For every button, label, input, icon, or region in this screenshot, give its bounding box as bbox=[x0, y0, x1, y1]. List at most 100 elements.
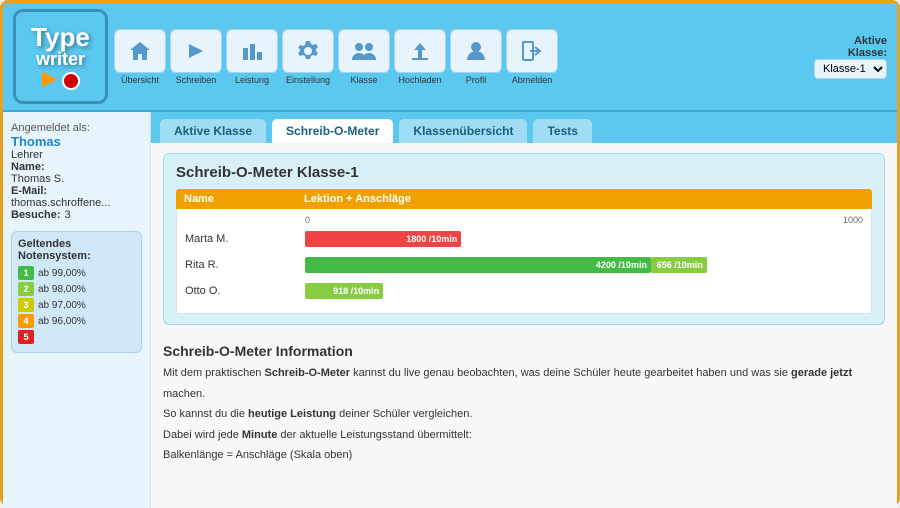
nav-btn-hochladen[interactable] bbox=[394, 29, 446, 73]
chart-student-name-2: Otto O. bbox=[185, 285, 305, 297]
grading-box: GeltendesNotensystem: 1 ab 99,00% 2 ab 98,0… bbox=[11, 231, 142, 353]
main-layout: Angemeldet als: Thomas Lehrer Name: Thom… bbox=[3, 112, 897, 508]
nav-label-uebersicht: Übersicht bbox=[121, 75, 159, 85]
grade-box-4: 4 bbox=[18, 314, 34, 328]
aktive-klasse-label: AktiveKlasse: bbox=[848, 35, 887, 59]
grade-box-2: 2 bbox=[18, 282, 34, 296]
klasse-select[interactable]: Klasse-1 Klasse-2 bbox=[814, 59, 887, 79]
grade-box-5: 5 bbox=[18, 330, 34, 344]
grade-row-3: 3 ab 97,00% bbox=[18, 298, 135, 312]
chart-bar2-1: 656 /10min bbox=[651, 257, 707, 273]
nav-label-einstellung: Einstellung bbox=[286, 75, 330, 85]
grading-title: GeltendesNotensystem: bbox=[18, 238, 135, 262]
nav-btn-abmelden[interactable] bbox=[506, 29, 558, 73]
chart-row-0: Marta M.1800 /10min bbox=[185, 229, 863, 249]
grade-text-4: ab 96,00% bbox=[38, 316, 86, 327]
nav-btn-einstellung[interactable] bbox=[282, 29, 334, 73]
besuche-value: 3 bbox=[65, 209, 71, 221]
nav-btn-schreiben[interactable] bbox=[170, 29, 222, 73]
grade-row-2: 2 ab 98,00% bbox=[18, 282, 135, 296]
content-inner: Schreib-O-Meter Klasse-1 Name Lektion + … bbox=[151, 143, 897, 484]
chart-row-1: Rita R.4200 /10min656 /10min bbox=[185, 255, 863, 275]
email-value: thomas.schroffene... bbox=[11, 197, 142, 209]
logo-type: Type bbox=[31, 24, 90, 50]
logo: Type writer bbox=[13, 9, 108, 104]
nav-btn-uebersicht[interactable] bbox=[114, 29, 166, 73]
logo-writer: writer bbox=[36, 50, 85, 68]
name-value: Thomas S. bbox=[11, 173, 142, 185]
angemeldet-label: Angemeldet als: bbox=[11, 122, 142, 134]
nav-item-profil[interactable]: Profil bbox=[450, 29, 502, 85]
info-text3: So kannst du die heutige Leistung deiner… bbox=[163, 406, 885, 423]
nav-label-klasse: Klasse bbox=[350, 75, 377, 85]
nav-item-abmelden[interactable]: Abmelden bbox=[506, 29, 558, 85]
tab-tests[interactable]: Tests bbox=[532, 118, 592, 143]
nav-item-klasse[interactable]: Klasse bbox=[338, 29, 390, 85]
chart-bar1-1: 4200 /10min bbox=[305, 257, 651, 273]
flag-icon bbox=[62, 72, 80, 90]
chart-bar-area-1: 4200 /10min656 /10min bbox=[305, 256, 863, 274]
nav-item-hochladen[interactable]: Hochladen bbox=[394, 29, 446, 85]
grade-box-3: 3 bbox=[18, 298, 34, 312]
tab-aktive-klasse[interactable]: Aktive Klasse bbox=[159, 118, 267, 143]
user-role: Lehrer bbox=[11, 149, 142, 161]
scale-min: 0 bbox=[305, 215, 310, 225]
nav-label-schreiben: Schreiben bbox=[176, 75, 217, 85]
chart-scale: 0 1000 bbox=[305, 215, 863, 225]
scale-max: 1000 bbox=[843, 215, 863, 225]
nav-item-schreiben[interactable]: Schreiben bbox=[170, 29, 222, 85]
chart-bar-area-2: 918 /10min bbox=[305, 282, 863, 300]
chart-rows: Marta M.1800 /10minRita R.4200 /10min656… bbox=[185, 229, 863, 301]
nav-label-abmelden: Abmelden bbox=[512, 75, 553, 85]
tabs-bar: Aktive KlasseSchreib-O-MeterKlassenübers… bbox=[151, 112, 897, 143]
grade-text-2: ab 98,00% bbox=[38, 284, 86, 295]
som-panel: Schreib-O-Meter Klasse-1 Name Lektion + … bbox=[163, 153, 885, 325]
grade-row-1: 1 ab 99,00% bbox=[18, 266, 135, 280]
email-label: E-Mail: bbox=[11, 185, 142, 197]
chart-student-name-0: Marta M. bbox=[185, 233, 305, 245]
grade-row-5: 5 bbox=[18, 330, 135, 344]
chart-student-name-1: Rita R. bbox=[185, 259, 305, 271]
sidebar: Angemeldet als: Thomas Lehrer Name: Thom… bbox=[3, 112, 151, 508]
angemeldet-section: Angemeldet als: Thomas Lehrer Name: Thom… bbox=[11, 122, 142, 221]
grade-text-3: ab 97,00% bbox=[38, 300, 86, 311]
info-text5: Balkenlänge = Anschläge (Skala oben) bbox=[163, 447, 885, 464]
nav-item-leistung[interactable]: Leistung bbox=[226, 29, 278, 85]
nav-item-einstellung[interactable]: Einstellung bbox=[282, 29, 334, 85]
nav-label-leistung: Leistung bbox=[235, 75, 269, 85]
nav-label-hochladen: Hochladen bbox=[398, 75, 441, 85]
content-area: Aktive KlasseSchreib-O-MeterKlassenübers… bbox=[151, 112, 897, 508]
tab-klassenuebersicht[interactable]: Klassenübersicht bbox=[398, 118, 528, 143]
username[interactable]: Thomas bbox=[11, 134, 142, 149]
nav-btn-leistung[interactable] bbox=[226, 29, 278, 73]
chart-bar-area-0: 1800 /10min bbox=[305, 230, 863, 248]
chart-bar1-2: 918 /10min bbox=[305, 283, 383, 299]
grade-rows: 1 ab 99,00% 2 ab 98,00% 3 ab 97,00% 4 ab 96,00%… bbox=[18, 266, 135, 344]
name-label: Name: bbox=[11, 161, 142, 173]
grade-row-4: 4 ab 96,00% bbox=[18, 314, 135, 328]
info-text4: Dabei wird jede Minute der aktuelle Leis… bbox=[163, 427, 885, 444]
nav-item-uebersicht[interactable]: Übersicht bbox=[114, 29, 166, 85]
som-table-header: Name Lektion + Anschläge bbox=[176, 189, 872, 209]
besuche-label: Besuche: bbox=[11, 209, 61, 221]
nav-btn-klasse[interactable] bbox=[338, 29, 390, 73]
play-icon bbox=[42, 72, 58, 88]
th-name: Name bbox=[184, 193, 304, 205]
info-title: Schreib-O-Meter Information bbox=[163, 343, 885, 359]
grade-text-1: ab 99,00% bbox=[38, 268, 86, 279]
th-lektion: Lektion + Anschläge bbox=[304, 193, 864, 205]
info-text2: machen. bbox=[163, 386, 885, 403]
nav-icons: Übersicht Schreiben Leistung Einstellung Kla… bbox=[114, 29, 798, 85]
info-text1: Mit dem praktischen Schreib-O-Meter kann… bbox=[163, 365, 885, 382]
info-section: Schreib-O-Meter Information Mit dem prak… bbox=[163, 337, 885, 474]
aktive-klasse-section: AktiveKlasse: Klasse-1 Klasse-2 bbox=[814, 35, 887, 79]
nav-btn-profil[interactable] bbox=[450, 29, 502, 73]
nav-label-profil: Profil bbox=[466, 75, 487, 85]
som-chart: 0 1000 Marta M.1800 /10minRita R.4200 /1… bbox=[176, 209, 872, 314]
grade-box-1: 1 bbox=[18, 266, 34, 280]
header: Type writer Übersicht Schreiben Leistung Ei… bbox=[3, 3, 897, 112]
chart-bar1-0: 1800 /10min bbox=[305, 231, 461, 247]
tab-schreib-o-meter[interactable]: Schreib-O-Meter bbox=[271, 118, 394, 143]
som-title: Schreib-O-Meter Klasse-1 bbox=[176, 164, 872, 181]
chart-row-2: Otto O.918 /10min bbox=[185, 281, 863, 301]
